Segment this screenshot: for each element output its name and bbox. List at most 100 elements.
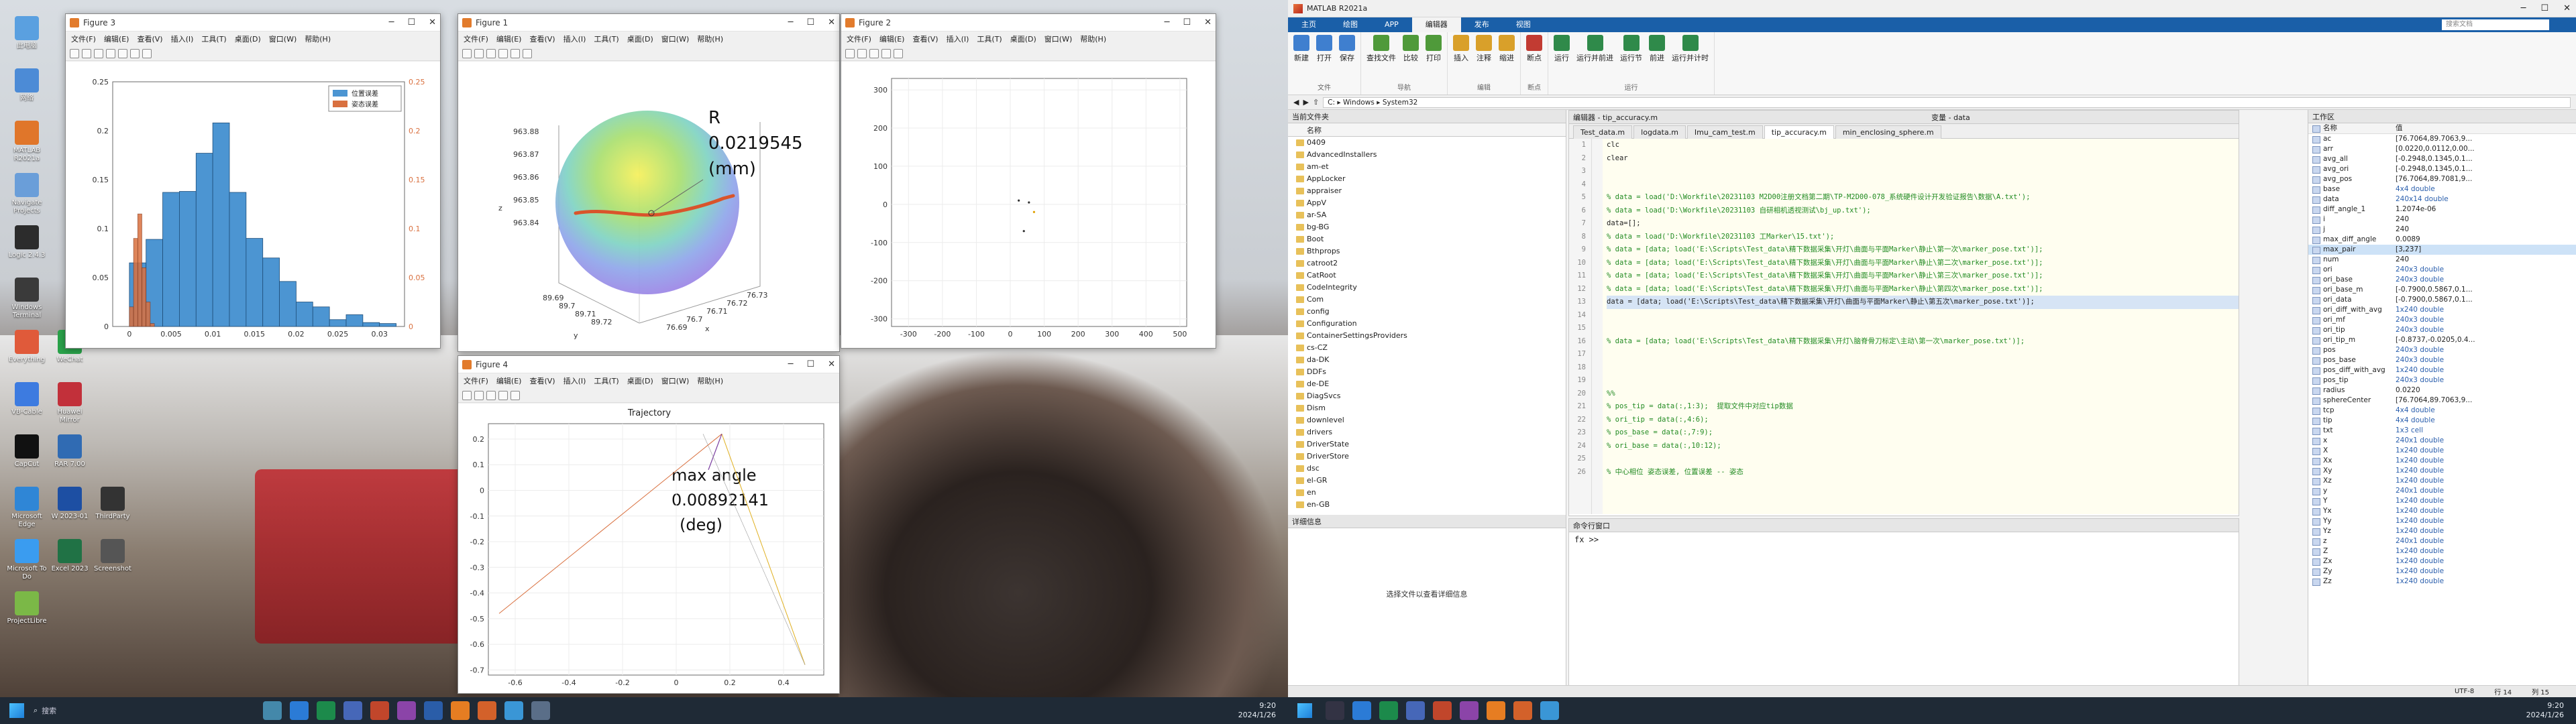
editor-tab[interactable]: tip_accuracy.m <box>1764 125 1834 139</box>
workspace-row[interactable]: ori_base 240x3 double <box>2308 275 2576 285</box>
desktop-icon[interactable]: CapCut <box>5 433 48 480</box>
workspace-row[interactable]: sphereCenter [76.7064,89.7063,9... <box>2308 396 2576 406</box>
menu-item[interactable]: 编辑(E) <box>496 34 522 44</box>
workspace-row[interactable]: base 4x4 double <box>2308 184 2576 194</box>
editor-tab[interactable]: Test_data.m <box>1573 125 1633 139</box>
close-icon[interactable]: ✕ <box>429 17 436 27</box>
datatip-icon[interactable] <box>142 48 152 58</box>
minimize-icon[interactable]: ─ <box>2521 3 2526 13</box>
menu-item[interactable]: 桌面(D) <box>1010 34 1036 44</box>
menu-item[interactable]: 查看(V) <box>137 34 162 44</box>
workspace-row[interactable]: pos_tip 240x3 double <box>2308 375 2576 385</box>
app-icon[interactable] <box>397 701 417 720</box>
ribbon-tab[interactable]: 编辑器 <box>1411 17 1461 32</box>
file-list-item[interactable]: CatRoot <box>1288 269 1566 282</box>
ribbon-button[interactable]: 运行并计时 <box>1672 35 1709 63</box>
open-icon[interactable] <box>857 48 867 58</box>
workspace-row[interactable]: y 240x1 double <box>2308 486 2576 496</box>
new-icon[interactable] <box>462 48 472 58</box>
maximize-icon[interactable]: ☐ <box>806 359 814 369</box>
file-list-item[interactable]: DDFs <box>1288 366 1566 378</box>
file-list-item[interactable]: am-et <box>1288 161 1566 173</box>
up-folder-icon[interactable]: ⇧ <box>1313 98 1319 107</box>
menu-item[interactable]: 桌面(D) <box>235 34 261 44</box>
menu-item[interactable]: 插入(I) <box>564 375 586 386</box>
open-icon[interactable] <box>474 48 484 58</box>
print-icon[interactable] <box>106 48 115 58</box>
menu-item[interactable]: 编辑(E) <box>496 375 522 386</box>
open-icon[interactable] <box>474 390 484 400</box>
workspace-row[interactable]: Yx 1x240 double <box>2308 506 2576 516</box>
app-icon[interactable] <box>1487 701 1505 720</box>
menu-item[interactable]: 文件(F) <box>71 34 96 44</box>
workspace-row[interactable]: txt 1x3 cell <box>2308 426 2576 436</box>
figure4-window[interactable]: Figure 4 ─ ☐ ✕ 文件(F) 编辑(E) 查看(V) 插入(I) 工具(T) 桌面… <box>458 355 840 694</box>
menu-item[interactable]: 窗口(W) <box>661 34 689 44</box>
desktop-icon[interactable]: Logic 2.4.3 <box>5 224 48 271</box>
menu-item[interactable]: 窗口(W) <box>269 34 297 44</box>
editor-tab[interactable]: min_enclosing_sphere.m <box>1835 125 1941 139</box>
menu-item[interactable]: 编辑(E) <box>879 34 905 44</box>
workspace-row[interactable]: tip 4x4 double <box>2308 416 2576 426</box>
code-area[interactable]: clc clear % data = load('D:\Workfile\20231… <box>1603 139 2239 514</box>
app-icon[interactable] <box>1540 701 1559 720</box>
app-icon[interactable] <box>263 701 282 720</box>
zoom-icon[interactable] <box>511 390 520 400</box>
workspace-row[interactable]: i 240 <box>2308 215 2576 225</box>
figure3-window[interactable]: Figure 3 ─ ☐ ✕ 文件(F) 编辑(E) 查看(V) 插入(I) 工具(T) 桌面… <box>65 13 441 349</box>
ribbon-button[interactable]: 前进 <box>1649 35 1665 63</box>
desktop-icon[interactable]: MATLAB R2021a <box>5 119 48 166</box>
desktop-icon[interactable]: Screenshot <box>91 538 134 585</box>
app-icon[interactable] <box>1460 701 1479 720</box>
file-list-item[interactable]: cs-CZ <box>1288 342 1566 354</box>
ribbon-button[interactable]: 比较 <box>1403 35 1419 63</box>
desktop-icon[interactable]: Huawei Mirror <box>48 381 91 428</box>
desktop-icon[interactable]: Microsoft To Do <box>5 538 48 585</box>
zoom-icon[interactable] <box>894 48 903 58</box>
doc-search-input[interactable]: 搜索文档 <box>2442 19 2549 30</box>
workspace-row[interactable]: Xx 1x240 double <box>2308 456 2576 466</box>
menu-item[interactable]: 文件(F) <box>847 34 871 44</box>
ribbon-button[interactable]: 插入 <box>1453 35 1469 63</box>
start-button[interactable] <box>1297 703 1312 718</box>
back-icon[interactable]: ◀ <box>1293 98 1299 107</box>
menu-item[interactable]: 帮助(H) <box>1080 34 1106 44</box>
menu-item[interactable]: 窗口(W) <box>661 375 689 386</box>
file-list-item[interactable]: appraiser <box>1288 185 1566 197</box>
workspace-row[interactable]: ori_mf 240x3 double <box>2308 315 2576 325</box>
ribbon-button[interactable]: 注释 <box>1476 35 1492 63</box>
forward-icon[interactable]: ▶ <box>1303 98 1308 107</box>
minimize-icon[interactable]: ─ <box>389 17 394 27</box>
editor-tab[interactable]: logdata.m <box>1633 125 1686 139</box>
menu-item[interactable]: 查看(V) <box>912 34 938 44</box>
app-icon[interactable] <box>424 701 443 720</box>
desktop-icon[interactable]: ProjectLibre <box>5 590 48 637</box>
file-list-item[interactable]: CodeIntegrity <box>1288 282 1566 294</box>
close-icon[interactable]: ✕ <box>1204 17 1212 27</box>
desktop-icon[interactable]: 此电脑 <box>5 15 48 62</box>
clock-time[interactable]: 9:20 <box>2547 701 2564 711</box>
start-button[interactable] <box>9 703 24 718</box>
workspace-row[interactable]: ori_tip 240x3 double <box>2308 325 2576 335</box>
zoom-icon[interactable] <box>118 48 127 58</box>
save-icon[interactable] <box>94 48 103 58</box>
file-list-item[interactable]: AppLocker <box>1288 173 1566 185</box>
matlab-taskbar-icon[interactable] <box>478 701 497 720</box>
ribbon-button[interactable]: 运行节 <box>1620 35 1642 63</box>
file-list-item[interactable]: Configuration <box>1288 318 1566 330</box>
file-list-item[interactable]: catroot2 <box>1288 257 1566 269</box>
menu-item[interactable]: 插入(I) <box>564 34 586 44</box>
workspace-row[interactable]: ori_data [-0.7900,0.5867,0.1... <box>2308 295 2576 305</box>
desktop-icon[interactable]: W 2023-01 <box>48 485 91 532</box>
print-icon[interactable] <box>881 48 891 58</box>
ribbon-button[interactable]: 保存 <box>1339 35 1355 63</box>
workspace-row[interactable]: data 240x14 double <box>2308 194 2576 204</box>
file-list-item[interactable]: config <box>1288 306 1566 318</box>
menu-item[interactable]: 帮助(H) <box>305 34 331 44</box>
workspace-row[interactable]: radius 0.0220 <box>2308 385 2576 396</box>
minimize-icon[interactable]: ─ <box>788 359 794 369</box>
path-segment[interactable]: C: <box>1328 99 1335 107</box>
figure1-window[interactable]: Figure 1 ─ ☐ ✕ 文件(F) 编辑(E) 查看(V) 插入(I) 工具(T) 桌面… <box>458 13 840 352</box>
app-icon[interactable] <box>1406 701 1425 720</box>
app-icon[interactable] <box>370 701 390 720</box>
